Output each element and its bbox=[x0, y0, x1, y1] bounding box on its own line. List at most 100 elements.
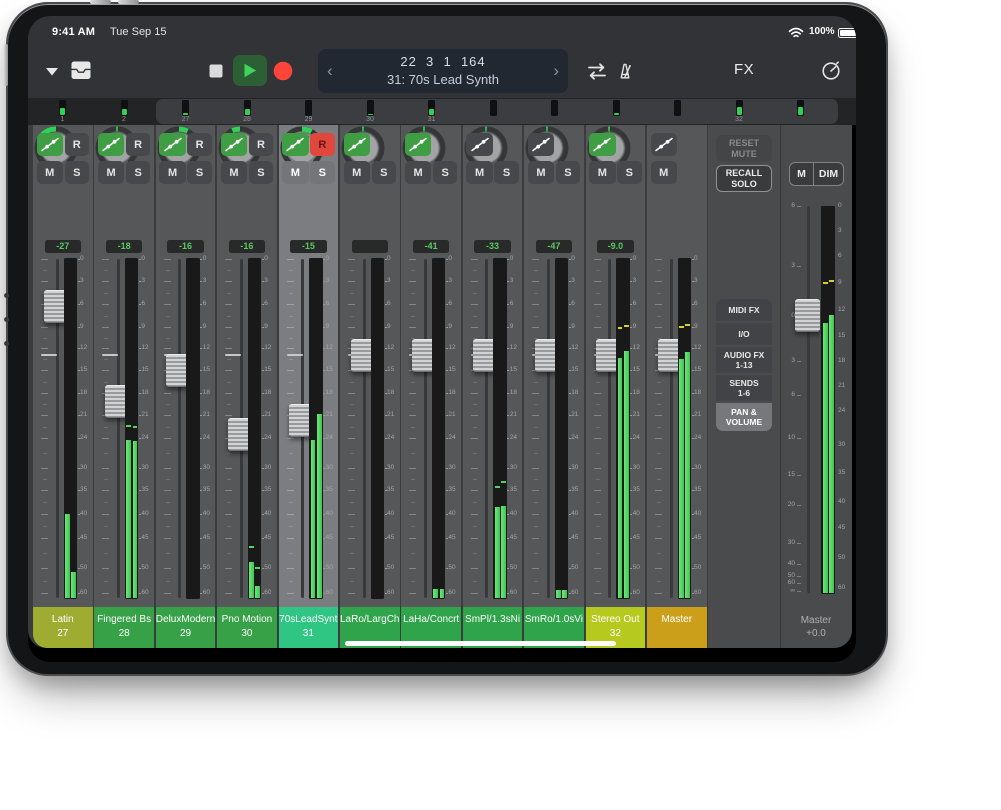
track-label[interactable]: Latin27 bbox=[33, 607, 93, 648]
automation-button[interactable] bbox=[528, 133, 555, 156]
solo-button[interactable]: S bbox=[433, 161, 458, 184]
track-label[interactable]: 70sLeadSynt31 bbox=[279, 607, 339, 648]
overview-track-meter[interactable] bbox=[121, 100, 128, 116]
next-track-button[interactable]: › bbox=[553, 49, 559, 93]
view-button-sends[interactable]: SENDS 1-6 bbox=[716, 375, 772, 401]
record-enable-button[interactable]: R bbox=[126, 133, 151, 156]
channel-strip[interactable]: MS -9.003691215182124303540455060 bbox=[586, 125, 646, 607]
view-button-midi-fx[interactable]: MIDI FX bbox=[716, 299, 772, 321]
record-enable-button[interactable]: R bbox=[65, 133, 90, 156]
overview-track-meter[interactable] bbox=[367, 100, 374, 116]
track-label[interactable]: Fingered Bs28 bbox=[94, 607, 154, 648]
fader-track[interactable] bbox=[608, 259, 611, 598]
track-label[interactable]: DeluxModern29 bbox=[156, 607, 216, 648]
fader-tick-minor bbox=[411, 553, 415, 554]
automation-button[interactable] bbox=[651, 133, 678, 156]
channel-strip[interactable]: RMS -2703691215182124303540455060 bbox=[33, 125, 93, 607]
solo-button[interactable]: S bbox=[494, 161, 519, 184]
track-label[interactable]: Pno Motion30 bbox=[217, 607, 277, 648]
stop-button[interactable] bbox=[209, 64, 223, 78]
automation-button[interactable] bbox=[282, 133, 309, 156]
record-button[interactable] bbox=[273, 61, 293, 81]
aux-scroll-indicator[interactable] bbox=[345, 641, 616, 646]
channel-strip[interactable]: RMS -1503691215182124303540455060 bbox=[279, 125, 339, 607]
record-enable-button[interactable]: R bbox=[310, 133, 335, 156]
fader-tick bbox=[348, 304, 355, 305]
mute-button[interactable]: M bbox=[221, 161, 248, 184]
reset-mute-button[interactable]: RESET MUTE bbox=[716, 135, 772, 162]
disclosure-button[interactable] bbox=[44, 66, 60, 77]
mute-button[interactable]: M bbox=[344, 161, 371, 184]
solo-button[interactable]: S bbox=[187, 161, 212, 184]
fader-track[interactable] bbox=[485, 259, 488, 598]
mute-button[interactable]: M bbox=[37, 161, 64, 184]
channel-strip[interactable]: MS 03691215182124303540455060 bbox=[340, 125, 400, 607]
automation-button[interactable] bbox=[159, 133, 186, 156]
automation-button[interactable] bbox=[98, 133, 125, 156]
tracks-overview-strip[interactable]: 12272829303132 bbox=[28, 98, 856, 125]
mute-button[interactable]: M bbox=[282, 161, 309, 184]
overview-track-meter[interactable] bbox=[613, 100, 620, 116]
view-button-audio-fx[interactable]: AUDIO FX 1-13 bbox=[716, 347, 772, 373]
mute-button[interactable]: M bbox=[98, 161, 125, 184]
recall-solo-button[interactable]: RECALL SOLO bbox=[716, 165, 772, 192]
channel-strip[interactable]: RMS -1603691215182124303540455060 bbox=[217, 125, 277, 607]
cycle-button[interactable] bbox=[584, 62, 610, 81]
view-button-pan-[interactable]: PAN & VOLUME bbox=[716, 403, 772, 431]
record-enable-button[interactable]: R bbox=[249, 133, 274, 156]
fader-track[interactable] bbox=[670, 259, 673, 598]
fader-track[interactable] bbox=[424, 259, 427, 598]
fader-track[interactable] bbox=[178, 259, 181, 598]
solo-button[interactable]: S bbox=[65, 161, 90, 184]
mute-button[interactable]: M bbox=[405, 161, 432, 184]
mute-button[interactable]: M bbox=[159, 161, 186, 184]
fader-track[interactable] bbox=[547, 259, 550, 598]
overview-track-meter[interactable] bbox=[490, 100, 497, 116]
metronome-button[interactable] bbox=[615, 61, 635, 81]
mute-button[interactable]: M bbox=[466, 161, 493, 184]
solo-button[interactable]: S bbox=[249, 161, 274, 184]
solo-button[interactable]: S bbox=[310, 161, 335, 184]
solo-button[interactable]: S bbox=[126, 161, 151, 184]
mute-button[interactable]: M bbox=[528, 161, 555, 184]
settings-icon[interactable] bbox=[820, 60, 842, 82]
channel-strip[interactable]: M03691215182124303540455060 bbox=[647, 125, 707, 607]
overview-track-meter[interactable] bbox=[797, 100, 804, 116]
overview-track-meter[interactable] bbox=[551, 100, 558, 116]
mute-button[interactable]: M bbox=[589, 161, 616, 184]
overview-track-meter[interactable] bbox=[428, 100, 435, 116]
automation-button[interactable] bbox=[466, 133, 493, 156]
fader-track[interactable] bbox=[363, 259, 366, 598]
view-button-i-o[interactable]: I/O bbox=[716, 323, 772, 345]
overview-track-meter[interactable] bbox=[59, 100, 66, 116]
fader-track[interactable] bbox=[117, 259, 120, 598]
record-enable-button[interactable]: R bbox=[187, 133, 212, 156]
overview-track-meter[interactable] bbox=[305, 100, 312, 116]
channel-strip[interactable]: MS -3303691215182124303540455060 bbox=[463, 125, 523, 607]
channel-strip[interactable]: RMS -1603691215182124303540455060 bbox=[156, 125, 216, 607]
automation-button[interactable] bbox=[344, 133, 371, 156]
channel-strip[interactable]: RMS -1803691215182124303540455060 bbox=[94, 125, 154, 607]
overview-track-meter[interactable] bbox=[736, 100, 743, 116]
meter-bar-l bbox=[65, 514, 70, 598]
master-fader-cap[interactable] bbox=[795, 299, 820, 332]
track-label[interactable]: Master bbox=[647, 607, 707, 648]
channel-strip[interactable]: MS -4103691215182124303540455060 bbox=[401, 125, 461, 607]
automation-button[interactable] bbox=[221, 133, 248, 156]
automation-button[interactable] bbox=[405, 133, 432, 156]
channel-strip[interactable]: MS -4703691215182124303540455060 bbox=[524, 125, 584, 607]
mute-button[interactable]: M bbox=[651, 161, 678, 184]
play-button[interactable] bbox=[233, 55, 267, 86]
fx-button[interactable]: FX bbox=[734, 61, 754, 78]
overview-track-meter[interactable] bbox=[182, 100, 189, 116]
solo-button[interactable]: S bbox=[617, 161, 642, 184]
automation-button[interactable] bbox=[37, 133, 64, 156]
solo-button[interactable]: S bbox=[556, 161, 581, 184]
meter-scale-label: 24 bbox=[448, 434, 455, 442]
tracks-drawer-button[interactable] bbox=[69, 61, 93, 80]
overview-track-meter[interactable] bbox=[674, 100, 681, 116]
master-fader-track[interactable] bbox=[807, 206, 810, 593]
automation-button[interactable] bbox=[589, 133, 616, 156]
overview-track-meter[interactable] bbox=[244, 100, 251, 116]
solo-button[interactable]: S bbox=[372, 161, 397, 184]
